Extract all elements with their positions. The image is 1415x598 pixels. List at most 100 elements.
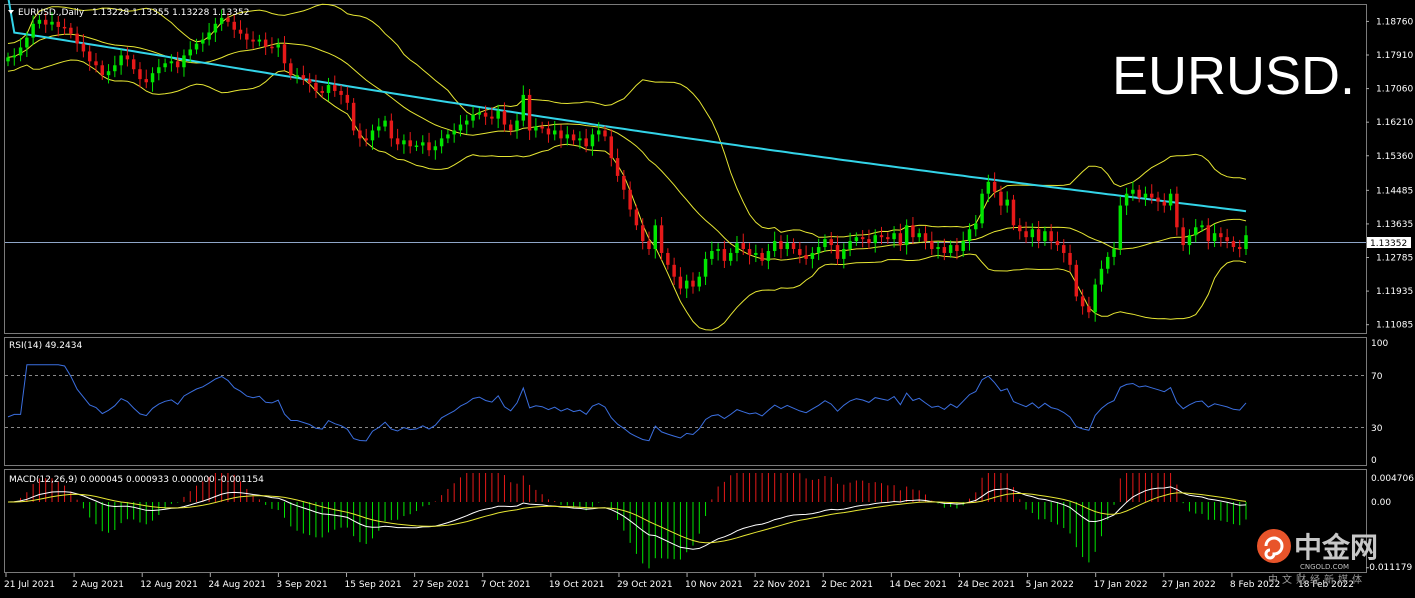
candle[interactable] bbox=[433, 140, 438, 160]
candle[interactable] bbox=[1087, 296, 1091, 319]
candle[interactable] bbox=[590, 128, 595, 156]
candle[interactable] bbox=[257, 34, 262, 47]
candle[interactable] bbox=[106, 64, 111, 84]
candle[interactable] bbox=[477, 107, 482, 120]
candle[interactable] bbox=[710, 241, 714, 265]
candle[interactable] bbox=[1074, 260, 1079, 302]
candle[interactable] bbox=[1156, 191, 1160, 212]
candle[interactable] bbox=[408, 132, 412, 154]
candle[interactable] bbox=[389, 113, 394, 147]
candle[interactable] bbox=[609, 129, 614, 167]
candle[interactable] bbox=[6, 52, 10, 67]
candle[interactable] bbox=[439, 130, 444, 154]
candle[interactable] bbox=[571, 129, 576, 146]
candle[interactable] bbox=[1093, 278, 1097, 322]
candle[interactable] bbox=[326, 77, 331, 102]
candle[interactable] bbox=[967, 223, 972, 251]
candlesticks[interactable] bbox=[6, 9, 1248, 322]
candle[interactable] bbox=[276, 38, 280, 57]
candle[interactable] bbox=[810, 247, 815, 269]
candle[interactable] bbox=[1231, 236, 1236, 252]
candle[interactable] bbox=[263, 32, 268, 55]
candle[interactable] bbox=[898, 223, 903, 251]
candle[interactable] bbox=[722, 240, 727, 268]
candle[interactable] bbox=[75, 26, 79, 52]
candle[interactable] bbox=[18, 38, 23, 62]
candle[interactable] bbox=[546, 121, 551, 143]
candle[interactable] bbox=[666, 248, 670, 270]
candle[interactable] bbox=[1024, 221, 1028, 244]
candle[interactable] bbox=[754, 244, 758, 263]
candle[interactable] bbox=[672, 257, 676, 285]
candle[interactable] bbox=[251, 31, 255, 49]
candle[interactable] bbox=[1206, 218, 1211, 250]
candle[interactable] bbox=[282, 36, 287, 71]
candle[interactable] bbox=[772, 231, 777, 257]
candle[interactable] bbox=[980, 188, 984, 229]
candle[interactable] bbox=[923, 226, 928, 250]
candle[interactable] bbox=[521, 85, 526, 127]
candle[interactable] bbox=[728, 248, 733, 266]
candle[interactable] bbox=[930, 231, 934, 255]
candle[interactable] bbox=[358, 123, 362, 147]
candle[interactable] bbox=[1137, 185, 1141, 203]
candle[interactable] bbox=[791, 238, 796, 254]
candle[interactable] bbox=[238, 20, 243, 40]
candle[interactable] bbox=[150, 67, 155, 92]
candle[interactable] bbox=[747, 243, 752, 265]
candle[interactable] bbox=[634, 204, 639, 231]
candle[interactable] bbox=[383, 115, 387, 132]
candle[interactable] bbox=[414, 140, 419, 152]
candle[interactable] bbox=[816, 238, 821, 261]
candle[interactable] bbox=[351, 98, 356, 136]
candle[interactable] bbox=[678, 267, 683, 295]
candle[interactable] bbox=[1005, 191, 1009, 213]
candle[interactable] bbox=[1124, 187, 1129, 216]
candle[interactable] bbox=[691, 272, 695, 294]
candle[interactable] bbox=[295, 68, 299, 84]
candle[interactable] bbox=[56, 15, 61, 37]
candle[interactable] bbox=[961, 231, 965, 257]
candle[interactable] bbox=[854, 232, 859, 246]
candle[interactable] bbox=[785, 234, 789, 257]
candle[interactable] bbox=[175, 51, 180, 74]
candle[interactable] bbox=[1181, 217, 1185, 251]
candle[interactable] bbox=[1049, 224, 1053, 250]
candle[interactable] bbox=[1162, 193, 1167, 213]
candle[interactable] bbox=[565, 126, 570, 146]
candle[interactable] bbox=[471, 106, 475, 128]
candle[interactable] bbox=[452, 123, 456, 143]
candle[interactable] bbox=[333, 75, 337, 97]
candle[interactable] bbox=[1219, 227, 1223, 247]
candle[interactable] bbox=[232, 14, 236, 39]
candle[interactable] bbox=[131, 54, 136, 74]
candle[interactable] bbox=[1055, 231, 1060, 251]
candle[interactable] bbox=[860, 230, 865, 248]
candle[interactable] bbox=[1099, 260, 1104, 292]
candle[interactable] bbox=[245, 27, 249, 50]
candle[interactable] bbox=[1143, 186, 1148, 206]
candle[interactable] bbox=[1168, 188, 1173, 211]
candle[interactable] bbox=[446, 129, 450, 144]
candle[interactable] bbox=[1011, 194, 1016, 231]
candle[interactable] bbox=[911, 217, 915, 245]
candle[interactable] bbox=[1193, 218, 1198, 243]
candle[interactable] bbox=[653, 219, 658, 259]
candle[interactable] bbox=[879, 226, 884, 245]
candle[interactable] bbox=[421, 135, 425, 154]
candle[interactable] bbox=[892, 226, 896, 248]
candle[interactable] bbox=[527, 88, 532, 140]
candle[interactable] bbox=[1118, 196, 1123, 255]
candle[interactable] bbox=[534, 118, 538, 138]
candle[interactable] bbox=[1212, 223, 1217, 248]
candle[interactable] bbox=[540, 121, 544, 134]
candle[interactable] bbox=[1018, 218, 1022, 240]
candle[interactable] bbox=[798, 241, 802, 264]
chart-canvas[interactable]: EURUSD.,Daily 1.13228 1.13355 1.13228 1.… bbox=[0, 0, 1415, 598]
candle[interactable] bbox=[138, 62, 142, 88]
candle[interactable] bbox=[917, 228, 921, 242]
candle[interactable] bbox=[1112, 241, 1116, 266]
candle[interactable] bbox=[955, 237, 959, 260]
candle[interactable] bbox=[502, 102, 507, 132]
candle[interactable] bbox=[301, 65, 306, 86]
